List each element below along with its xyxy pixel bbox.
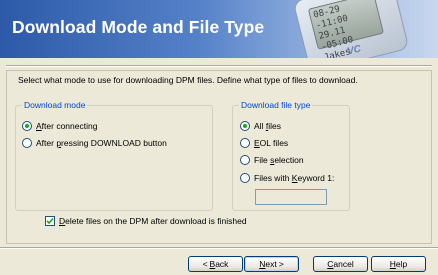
help-button[interactable]: Help (371, 256, 426, 272)
radio-label: All files (254, 121, 281, 131)
radio-label: EOL files (254, 138, 289, 148)
checkmark-icon (46, 217, 54, 225)
radio-selected-dot (25, 124, 29, 128)
radio-files-with-keyword[interactable]: Files with Keyword 1: (240, 173, 334, 183)
checkbox-label: Delete files on the DPM after download i… (59, 216, 247, 226)
back-button[interactable]: < Back (188, 256, 243, 272)
radio-button[interactable] (240, 138, 250, 148)
next-button[interactable]: Next > (244, 256, 299, 272)
radio-button[interactable] (240, 121, 250, 131)
radio-label: File selection (254, 155, 304, 165)
keyword-input[interactable] (255, 189, 327, 205)
file-type-title: Download file type (239, 100, 313, 110)
button-bar-separator (0, 247, 438, 249)
device-screen: 08-29 -11:00 29.11 -05:00 Jakes (307, 0, 384, 58)
page-title: Download Mode and File Type (12, 17, 265, 37)
dpm-device-image: 08-29 -11:00 29.11 -05:00 Jakes VC (292, 0, 410, 58)
header-separator (6, 65, 432, 67)
delete-after-download-checkbox-row[interactable]: Delete files on the DPM after download i… (45, 216, 247, 226)
radio-button[interactable] (22, 138, 32, 148)
radio-selected-dot (243, 124, 247, 128)
cancel-button[interactable]: Cancel (313, 256, 368, 272)
radio-all-files[interactable]: All files (240, 121, 281, 131)
radio-eol-files[interactable]: EOL files (240, 138, 288, 148)
instruction-text: Select what mode to use for downloading … (18, 75, 358, 85)
download-mode-title: Download mode (22, 100, 88, 110)
radio-label: Files with Keyword 1: (254, 173, 335, 183)
radio-button[interactable] (22, 121, 32, 131)
radio-label: After pressing DOWNLOAD button (36, 138, 167, 148)
radio-after-pressing-download[interactable]: After pressing DOWNLOAD button (22, 138, 167, 148)
radio-button[interactable] (240, 155, 250, 165)
delete-after-download-checkbox[interactable] (45, 216, 55, 226)
header-banner: 08-29 -11:00 29.11 -05:00 Jakes VC Downl… (0, 0, 438, 58)
radio-label: After connecting (36, 121, 98, 131)
radio-after-connecting[interactable]: After connecting (22, 121, 97, 131)
radio-button[interactable] (240, 173, 250, 183)
radio-file-selection[interactable]: File selection (240, 155, 304, 165)
